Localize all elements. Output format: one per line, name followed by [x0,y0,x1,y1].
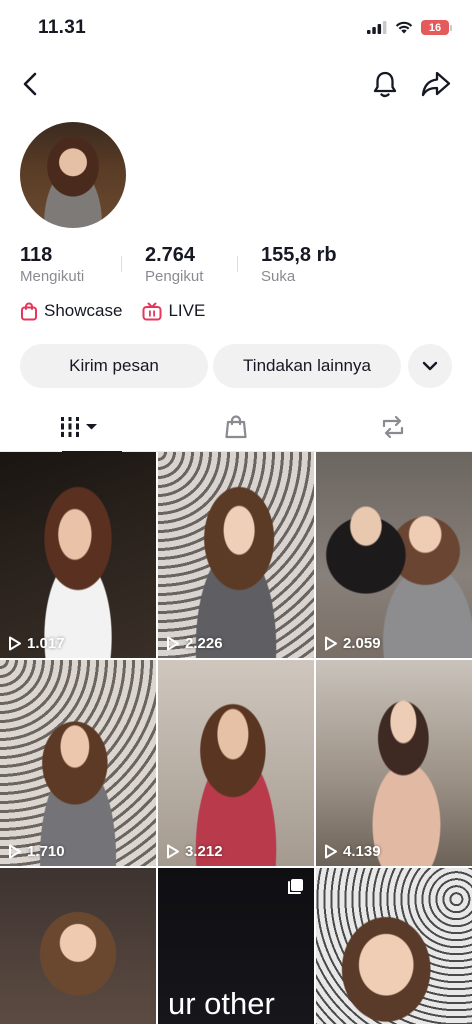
view-count-value: 1.710 [27,843,65,860]
profile-stats: 118 Mengikuti 2.764 Pengikut 155,8 rb Su… [20,244,460,288]
view-count: 2.059 [324,635,381,652]
video-thumbnail[interactable] [316,868,472,1024]
battery-icon: 16 [421,20,452,35]
view-count-value: 2.226 [185,635,223,652]
status-bar: 11.31 16 [0,0,472,58]
stat-divider [237,256,238,272]
video-thumbnail[interactable]: 2.059 [316,452,472,658]
battery-level: 16 [421,20,449,35]
video-thumbnail[interactable]: 2.226 [158,452,314,658]
video-caption-overlay: ur other [168,986,275,1021]
back-button[interactable] [14,68,46,100]
play-icon [325,844,337,859]
view-count: 4.139 [324,843,381,860]
stat-likes-value: 155,8 rb [261,244,337,266]
repost-icon [382,415,403,439]
stat-following-value: 118 [20,244,53,266]
stat-followers-label: Pengikut [145,268,204,285]
stat-likes-label: Suka [261,268,296,285]
share-arrow-icon [421,71,451,97]
live-link[interactable]: LIVE [142,301,205,321]
live-label: LIVE [168,301,206,320]
send-message-button[interactable]: Kirim pesan [20,344,208,388]
stat-following[interactable]: 118 Mengikuti [20,244,84,287]
more-actions-button[interactable]: Tindakan lainnya [213,344,401,388]
showcase-label: Showcase [44,301,123,320]
video-thumbnail[interactable]: 4.139 [316,660,472,866]
stat-divider [121,256,122,272]
shopping-bag-icon [21,302,37,320]
top-nav [0,62,472,106]
play-icon [325,636,337,651]
tab-showcase[interactable] [157,402,314,452]
profile-actions: Kirim pesan Tindakan lainnya [20,344,452,388]
chevron-down-icon [422,361,438,371]
view-count: 3.212 [166,843,223,860]
wifi-icon [395,21,413,34]
view-count-value: 1.017 [27,635,65,652]
chevron-left-icon [23,72,37,96]
shopping-bag-icon [224,415,247,439]
status-icons: 16 [367,20,452,35]
content-tabs [0,402,472,453]
stat-followers-value: 2.764 [145,244,196,266]
view-count-value: 3.212 [185,843,223,860]
view-count-value: 4.139 [343,843,381,860]
video-thumbnail[interactable]: 1.017 [0,452,156,658]
profile-links: Showcase LIVE [20,298,225,324]
view-count: 2.226 [166,635,223,652]
play-icon [9,636,21,651]
view-count: 1.017 [8,635,65,652]
status-time: 11.31 [38,17,86,38]
video-thumbnail[interactable]: 3.212 [158,660,314,866]
play-icon [9,844,21,859]
signal-icon [367,21,387,34]
grid-icon [58,417,97,437]
view-count-value: 2.059 [343,635,381,652]
video-thumbnail[interactable]: 1.710 [0,660,156,866]
photo-carousel-icon [288,879,303,894]
share-button[interactable] [418,67,454,101]
play-icon [167,844,179,859]
showcase-link[interactable]: Showcase [20,301,122,321]
suggested-accounts-button[interactable] [408,344,452,388]
video-thumbnail[interactable] [0,868,156,1024]
tab-videos[interactable] [0,402,157,453]
bell-icon [373,71,397,98]
profile-avatar[interactable] [20,122,126,228]
video-thumbnail[interactable]: ur other [158,868,314,1024]
view-count: 1.710 [8,843,65,860]
stat-following-label: Mengikuti [20,268,85,285]
stat-followers[interactable]: 2.764 Pengikut [145,244,203,287]
stat-likes[interactable]: 155,8 rb Suka [261,244,337,287]
notification-button[interactable] [368,67,402,101]
tab-reposts[interactable] [314,402,471,452]
play-icon [167,636,179,651]
live-tv-icon [142,302,162,320]
